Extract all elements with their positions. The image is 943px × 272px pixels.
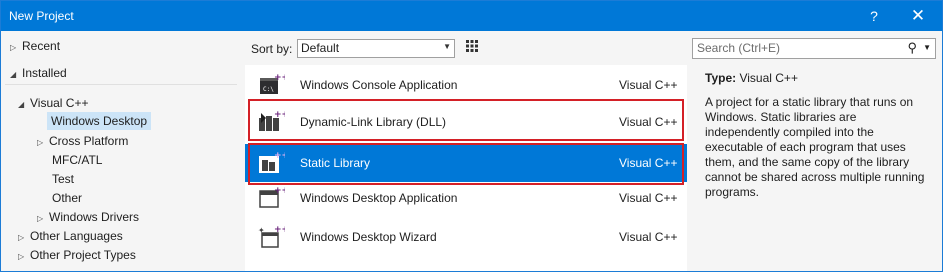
- sort-by-value: Default: [301, 41, 340, 55]
- collapse-arrow-icon[interactable]: ◢: [10, 66, 22, 84]
- tree-item-cross-platform[interactable]: ▷ Cross Platform: [37, 132, 128, 150]
- svg-text:++: ++: [274, 225, 285, 235]
- tree-item-visual-cpp[interactable]: ◢ Visual C++: [18, 94, 88, 112]
- expand-arrow-icon[interactable]: ▷: [37, 134, 49, 152]
- template-description: A project for a static library that runs…: [705, 95, 925, 199]
- tree-item-other-languages[interactable]: ▷ Other Languages: [18, 227, 123, 245]
- desktop-wizard-icon: ✦ ++: [258, 225, 285, 248]
- template-category-tree: ▷ Recent ◢ Installed ◢ Visual C++ Windows D…: [1, 32, 241, 271]
- chevron-down-icon: ▼: [443, 42, 451, 51]
- tree-item-mfc-atl[interactable]: MFC/ATL: [52, 151, 102, 169]
- tree-item-recent[interactable]: ▷ Recent: [10, 37, 60, 55]
- expand-arrow-icon[interactable]: ▷: [10, 39, 22, 57]
- tree-item-test[interactable]: Test: [52, 170, 74, 188]
- title-bar: New Project ? ✕: [1, 1, 942, 31]
- tree-item-windows-desktop[interactable]: Windows Desktop: [47, 112, 152, 130]
- expand-arrow-icon[interactable]: ▷: [18, 248, 30, 266]
- search-icon[interactable]: ⚲: [907, 40, 917, 56]
- chevron-down-icon[interactable]: ▼: [923, 43, 931, 52]
- svg-text:✦: ✦: [258, 226, 265, 235]
- highlight-box-dll: [248, 99, 684, 141]
- template-toolbar: Sort by: Default ▼ Search (Ctrl+E) ⚲ ▼: [242, 32, 942, 116]
- small-icons-view-button[interactable]: [462, 38, 482, 58]
- tree-item-windows-drivers[interactable]: ▷ Windows Drivers: [37, 208, 139, 226]
- template-list: C:\ ++ Windows Console Application Visua…: [245, 65, 687, 271]
- template-details-panel: Type: Visual C++ A project for a static …: [698, 65, 938, 271]
- grid-view-icon: [466, 40, 478, 52]
- expand-arrow-icon[interactable]: ▷: [18, 229, 30, 247]
- tree-item-other[interactable]: Other: [52, 189, 82, 207]
- type-value: Visual C++: [739, 71, 798, 85]
- svg-text:++: ++: [274, 73, 285, 83]
- desktop-app-icon: ++: [259, 186, 285, 208]
- tree-item-installed[interactable]: ◢ Installed: [10, 64, 67, 82]
- dialog-title: New Project: [9, 9, 74, 23]
- list-item[interactable]: ✦ ++ Windows Desktop Wizard Visual C++: [245, 218, 687, 256]
- sort-by-label: Sort by:: [251, 42, 293, 56]
- expand-arrow-icon[interactable]: ▷: [37, 210, 49, 228]
- svg-text:C:\: C:\: [263, 86, 274, 93]
- type-label: Type:: [705, 71, 737, 85]
- tree-divider: [5, 84, 237, 85]
- collapse-arrow-icon[interactable]: ◢: [18, 96, 30, 114]
- console-app-icon: C:\ ++: [260, 73, 285, 94]
- template-type: Type: Visual C++: [705, 71, 798, 85]
- search-input[interactable]: Search (Ctrl+E) ⚲ ▼: [692, 38, 936, 59]
- search-placeholder: Search (Ctrl+E): [697, 41, 781, 55]
- help-button[interactable]: ?: [863, 5, 885, 27]
- sort-by-select[interactable]: Default ▼: [297, 39, 455, 58]
- svg-text:++: ++: [274, 186, 285, 196]
- highlight-box-static-library: [248, 143, 684, 185]
- close-button[interactable]: ✕: [907, 5, 929, 27]
- new-project-dialog: New Project ? ✕ ▷ Recent ◢ Installed ◢ Visu…: [0, 0, 943, 272]
- tree-item-other-project-types[interactable]: ▷ Other Project Types: [18, 246, 136, 264]
